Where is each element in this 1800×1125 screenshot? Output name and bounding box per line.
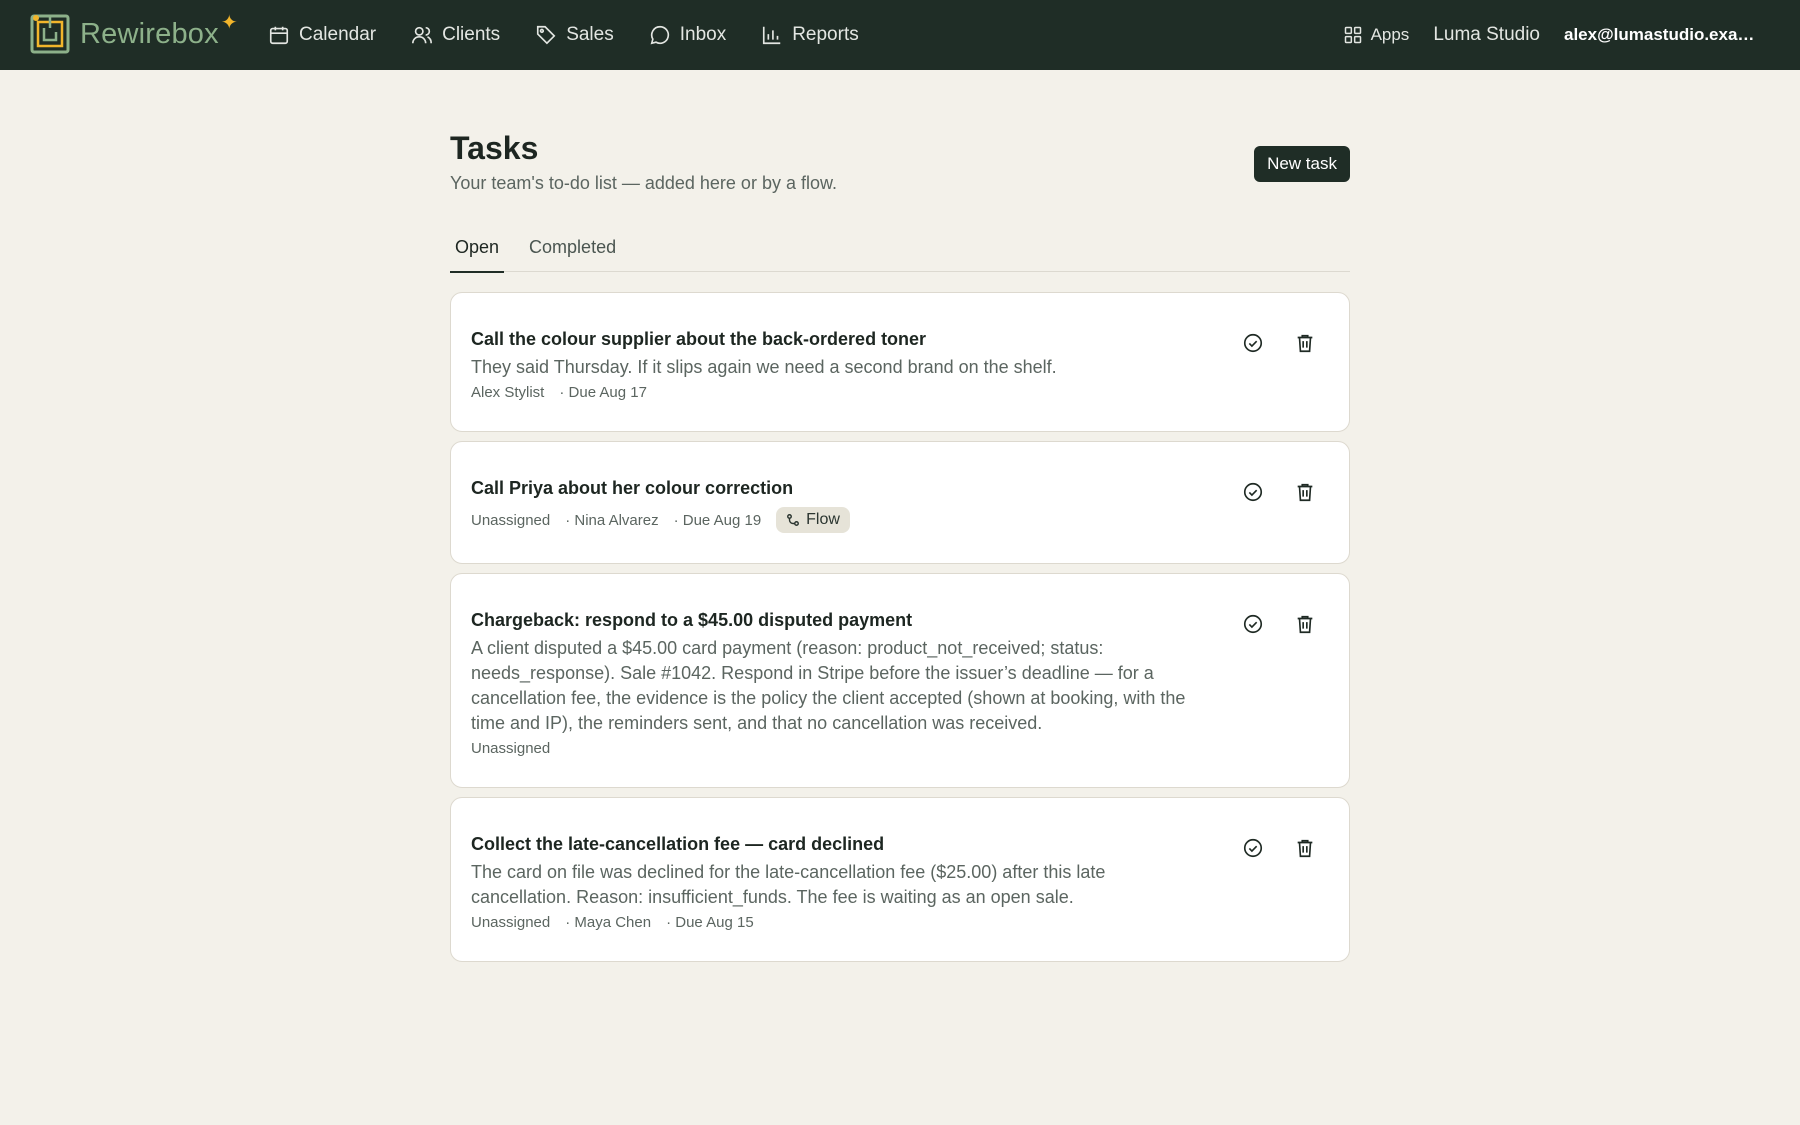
task-actions bbox=[1241, 480, 1317, 504]
task-card[interactable]: Chargeback: respond to a $45.00 disputed… bbox=[450, 573, 1350, 788]
grid-icon bbox=[1344, 26, 1361, 44]
complete-task-button[interactable] bbox=[1241, 612, 1265, 636]
task-meta: Alex Stylist · Due Aug 17 bbox=[471, 384, 1189, 401]
nav-item-reports[interactable]: Reports bbox=[761, 0, 859, 70]
calendar-icon bbox=[269, 26, 289, 45]
task-actions bbox=[1241, 836, 1317, 860]
brand-logo[interactable]: Rewirebox ✦ bbox=[30, 12, 238, 56]
task-assignee: Unassigned bbox=[471, 914, 551, 931]
complete-task-button[interactable] bbox=[1241, 331, 1265, 355]
complete-task-button[interactable] bbox=[1241, 480, 1265, 504]
task-client: · Nina Alvarez bbox=[565, 511, 659, 529]
task-due-date: · Due Aug 17 bbox=[559, 384, 647, 401]
delete-task-button[interactable] bbox=[1293, 612, 1317, 636]
apps-menu-button[interactable]: Apps bbox=[1343, 25, 1410, 45]
nav-label: Reports bbox=[792, 24, 859, 45]
trash-icon bbox=[1297, 615, 1313, 634]
check-circle-icon bbox=[1243, 482, 1263, 502]
task-title: Call Priya about her colour correction bbox=[471, 478, 794, 498]
page-subtitle: Your team's to-do list — added here or b… bbox=[450, 173, 837, 193]
delete-task-button[interactable] bbox=[1293, 480, 1317, 504]
account-area: Apps Luma Studio alex@lumastudio.example… bbox=[1343, 0, 1756, 70]
delete-task-button[interactable] bbox=[1293, 836, 1317, 860]
task-description: The card on file was declined for the la… bbox=[471, 862, 1106, 907]
trash-icon bbox=[1297, 334, 1313, 353]
nav-label: Inbox bbox=[679, 24, 727, 45]
trash-icon bbox=[1297, 483, 1313, 502]
task-title: Call the colour supplier about the back-… bbox=[471, 329, 927, 349]
main-nav: Calendar Clients Sales Inbox Reports bbox=[268, 0, 894, 70]
check-circle-icon bbox=[1243, 838, 1263, 858]
account-menu[interactable]: alex@lumastudio.example.com bbox=[1564, 25, 1756, 45]
task-card[interactable]: Call Priya about her colour correction U… bbox=[450, 441, 1350, 564]
task-title: Collect the late-cancellation fee — card… bbox=[471, 834, 885, 854]
studio-switcher[interactable]: Luma Studio bbox=[1433, 24, 1540, 46]
task-actions bbox=[1241, 612, 1317, 636]
task-card[interactable]: Collect the late-cancellation fee — card… bbox=[450, 797, 1350, 962]
task-description: A client disputed a $45.00 card payment … bbox=[471, 638, 1186, 733]
nav-item-calendar[interactable]: Calendar bbox=[268, 0, 376, 70]
tab-open[interactable]: Open bbox=[450, 230, 505, 273]
task-meta: Unassigned · Nina Alvarez · Due Aug 19 F… bbox=[471, 507, 1189, 533]
tasks-page: Tasks Your team's to-do list — added her… bbox=[450, 130, 1350, 971]
apps-label: Apps bbox=[1370, 25, 1410, 44]
rewirebox-logo-icon bbox=[30, 14, 70, 54]
task-due-date: · Due Aug 19 bbox=[673, 511, 762, 529]
task-assignee: Alex Stylist bbox=[471, 384, 545, 401]
tag-icon bbox=[537, 25, 556, 45]
trash-icon bbox=[1297, 839, 1313, 858]
nav-item-inbox[interactable]: Inbox bbox=[649, 0, 726, 70]
nav-label: Calendar bbox=[299, 24, 377, 45]
nav-item-clients[interactable]: Clients bbox=[411, 0, 500, 70]
task-due-date: · Due Aug 15 bbox=[666, 914, 754, 931]
sparkle-icon: ✦ bbox=[220, 11, 238, 34]
task-list: Call the colour supplier about the back-… bbox=[450, 292, 1350, 962]
task-title: Chargeback: respond to a $45.00 disputed… bbox=[471, 610, 913, 630]
task-description: They said Thursday. If it slips again we… bbox=[471, 357, 1057, 377]
task-assignee: Unassigned bbox=[471, 511, 551, 529]
task-assignee: Unassigned bbox=[471, 740, 551, 757]
nav-label: Clients bbox=[442, 24, 501, 45]
delete-task-button[interactable] bbox=[1293, 331, 1317, 355]
flow-badge: Flow bbox=[776, 507, 850, 533]
users-icon bbox=[412, 26, 433, 44]
task-meta: Unassigned bbox=[471, 740, 1189, 757]
top-navigation-bar: Rewirebox ✦ Calendar Clients Sales Inbox… bbox=[0, 0, 1800, 70]
page-title: Tasks bbox=[450, 130, 539, 166]
bar-chart-icon bbox=[763, 26, 781, 45]
check-circle-icon bbox=[1243, 614, 1263, 634]
new-task-button[interactable]: New task bbox=[1254, 146, 1350, 182]
chat-bubble-icon bbox=[650, 25, 669, 45]
flow-icon bbox=[787, 514, 800, 526]
task-actions bbox=[1241, 331, 1317, 355]
nav-label: Sales bbox=[566, 24, 614, 45]
tab-completed[interactable]: Completed bbox=[524, 230, 621, 272]
task-client: · Maya Chen bbox=[565, 914, 652, 931]
task-card[interactable]: Call the colour supplier about the back-… bbox=[450, 292, 1350, 432]
nav-item-sales[interactable]: Sales bbox=[535, 0, 614, 70]
check-circle-icon bbox=[1243, 333, 1263, 353]
task-meta: Unassigned · Maya Chen · Due Aug 15 bbox=[471, 914, 1189, 931]
complete-task-button[interactable] bbox=[1241, 836, 1265, 860]
brand-name: Rewirebox bbox=[80, 17, 219, 50]
task-tabs: Open Completed bbox=[450, 230, 1350, 273]
flow-label: Flow bbox=[806, 511, 840, 528]
